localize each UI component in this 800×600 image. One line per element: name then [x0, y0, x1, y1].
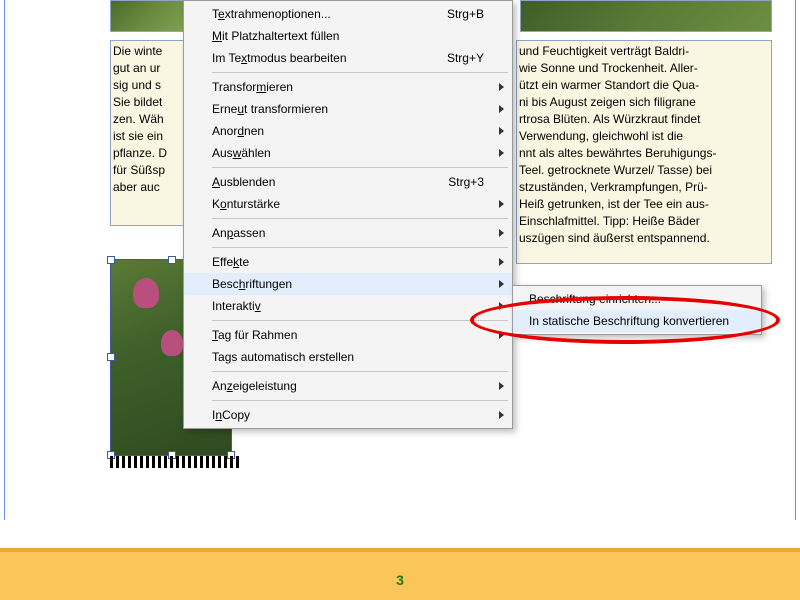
submenu-beschriftungen[interactable]: Beschriftung einrichten...In statische B… — [512, 285, 762, 335]
flower-shape — [133, 278, 159, 308]
context-menu[interactable]: Textrahmenoptionen...Strg+BMit Platzhalt… — [183, 0, 513, 429]
menu-item[interactable]: Anpassen — [184, 222, 512, 244]
menu-item[interactable]: InCopy — [184, 404, 512, 426]
menu-separator — [212, 167, 508, 168]
caption-frame[interactable] — [110, 456, 240, 468]
menu-item[interactable]: Interaktiv — [184, 295, 512, 317]
selection-handle[interactable] — [107, 353, 115, 361]
menu-item[interactable]: Anordnen — [184, 120, 512, 142]
menu-separator — [212, 371, 508, 372]
menu-item[interactable]: Transformieren — [184, 76, 512, 98]
submenu-item[interactable]: Beschriftung einrichten... — [513, 288, 761, 310]
menu-item[interactable]: Tags automatisch erstellen — [184, 346, 512, 368]
right-text: und Feuchtigkeit verträgt Baldri-wie Son… — [519, 44, 716, 245]
menu-separator — [212, 320, 508, 321]
menu-item[interactable]: Mit Platzhaltertext füllen — [184, 25, 512, 47]
left-text-column: Die wintegut an ursig und sSie bildetzen… — [110, 40, 191, 226]
menu-separator — [212, 218, 508, 219]
menu-item[interactable]: Konturstärke — [184, 193, 512, 215]
menu-item[interactable]: Erneut transformieren — [184, 98, 512, 120]
left-text: Die wintegut an ursig und sSie bildetzen… — [113, 44, 167, 194]
menu-separator — [212, 72, 508, 73]
selection-handle[interactable] — [107, 256, 115, 264]
menu-item[interactable]: Beschriftungen — [184, 273, 512, 295]
menu-item[interactable]: Anzeigeleistung — [184, 375, 512, 397]
top-left-image — [110, 0, 187, 32]
page-number: 3 — [0, 572, 800, 588]
menu-separator — [212, 247, 508, 248]
menu-item[interactable]: Tag für Rahmen — [184, 324, 512, 346]
menu-item[interactable]: Im Textmodus bearbeitenStrg+Y — [184, 47, 512, 69]
menu-item[interactable]: Effekte — [184, 251, 512, 273]
flower-shape — [161, 330, 183, 356]
page-footer: 3 — [0, 548, 800, 600]
menu-item[interactable]: Textrahmenoptionen...Strg+B — [184, 3, 512, 25]
submenu-item[interactable]: In statische Beschriftung konvertieren — [513, 310, 761, 332]
top-right-image — [520, 0, 772, 32]
menu-separator — [212, 400, 508, 401]
menu-item[interactable]: Auswählen — [184, 142, 512, 164]
menu-item[interactable]: AusblendenStrg+3 — [184, 171, 512, 193]
right-text-column: und Feuchtigkeit verträgt Baldri-wie Son… — [516, 40, 772, 264]
selection-handle[interactable] — [168, 256, 176, 264]
